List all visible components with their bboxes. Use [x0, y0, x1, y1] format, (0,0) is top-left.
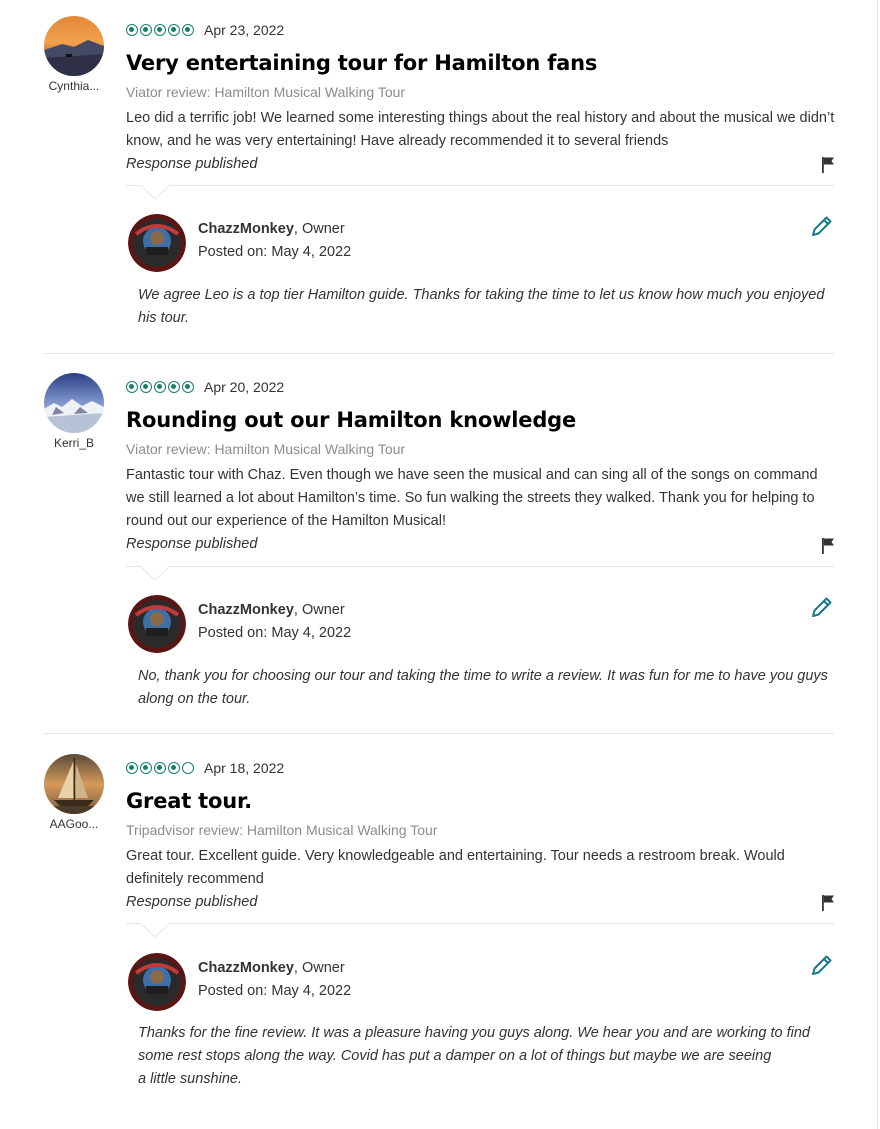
reviewer-name[interactable]: Cynthia...	[38, 79, 110, 93]
bubble-icon	[140, 381, 152, 393]
review-separator	[44, 733, 834, 734]
flag-icon[interactable]	[820, 156, 836, 174]
review-body: Apr 20, 2022 Rounding out our Hamilton k…	[126, 373, 836, 556]
bubble-rating	[126, 24, 194, 36]
pencil-icon[interactable]	[810, 953, 834, 977]
review-text: Leo did a terrific job! We learned some …	[126, 110, 835, 149]
review-body: Apr 23, 2022 Very entertaining tour for …	[126, 16, 836, 176]
response-divider	[126, 923, 834, 924]
reviewer-avatar[interactable]	[44, 754, 104, 814]
flag-icon[interactable]	[820, 894, 836, 912]
response-text: We agree Leo is a top tier Hamilton guid…	[138, 287, 825, 326]
bubble-icon	[154, 24, 166, 36]
rating-row: Apr 18, 2022	[126, 754, 836, 782]
review-title[interactable]: Great tour.	[126, 786, 836, 816]
owner-role: , Owner	[293, 960, 345, 976]
owner-avatar[interactable]	[128, 953, 186, 1011]
review-text: Great tour. Excellent guide. Very knowle…	[126, 848, 785, 887]
owner-meta: ChazzMonkey, Owner Posted on: May 4, 202…	[198, 599, 351, 645]
bubble-icon	[126, 381, 138, 393]
review-separator	[44, 353, 834, 354]
bubble-icon	[140, 24, 152, 36]
bubble-icon	[126, 24, 138, 36]
reviewer-name[interactable]: Kerri_B	[38, 436, 110, 450]
owner-name: ChazzMonkey	[198, 221, 294, 237]
bubble-icon	[126, 762, 138, 774]
review-date: Apr 23, 2022	[204, 22, 285, 38]
caret-icon	[140, 566, 170, 581]
posted-date: May 4, 2022	[271, 983, 352, 999]
rating-row: Apr 23, 2022	[126, 16, 836, 44]
reviewer[interactable]: Kerri_B	[38, 373, 110, 450]
scroll-edge	[877, 0, 878, 1129]
pencil-icon[interactable]	[810, 595, 834, 619]
posted-label: Posted on:	[198, 983, 268, 999]
response-divider	[126, 185, 834, 186]
response-text: Thanks for the fine review. It was a ple…	[138, 1022, 838, 1091]
bubble-icon	[154, 762, 166, 774]
review-source: Viator review: Hamilton Musical Walking …	[126, 84, 406, 100]
response-text-line: Thanks for the fine review. It was a ple…	[138, 1025, 810, 1064]
reviews-page: Cynthia... Apr 23, 2022 Very entertainin…	[0, 0, 880, 1129]
bubble-rating	[126, 762, 194, 774]
flag-icon[interactable]	[820, 537, 836, 555]
response-divider	[126, 566, 834, 567]
bubble-icon	[140, 762, 152, 774]
owner-name: ChazzMonkey	[198, 602, 294, 618]
bubble-icon	[182, 381, 194, 393]
posted-date: May 4, 2022	[271, 625, 352, 641]
owner-role: , Owner	[293, 221, 345, 237]
bubble-icon	[168, 24, 180, 36]
review-source: Tripadvisor review: Hamilton Musical Wal…	[126, 822, 438, 838]
bubble-icon	[168, 762, 180, 774]
owner-role: , Owner	[293, 602, 345, 618]
review-date: Apr 20, 2022	[204, 379, 285, 395]
review-source: Viator review: Hamilton Musical Walking …	[126, 441, 406, 457]
caret-icon	[140, 185, 170, 200]
response-status: Response published	[126, 536, 258, 552]
owner-meta: ChazzMonkey, Owner Posted on: May 4, 202…	[198, 218, 351, 264]
caret-icon	[140, 923, 170, 938]
bubble-icon	[168, 381, 180, 393]
owner-meta: ChazzMonkey, Owner Posted on: May 4, 202…	[198, 957, 351, 1003]
response-text: No, thank you for choosing our tour and …	[138, 668, 828, 707]
reviewer-name[interactable]: AAGoo...	[38, 817, 110, 831]
bubble-icon	[154, 381, 166, 393]
response-status: Response published	[126, 156, 258, 172]
reviewer-avatar[interactable]	[44, 16, 104, 76]
review-date: Apr 18, 2022	[204, 760, 285, 776]
rating-row: Apr 20, 2022	[126, 373, 836, 401]
owner-avatar[interactable]	[128, 214, 186, 272]
review-body: Apr 18, 2022 Great tour. Tripadvisor rev…	[126, 754, 836, 914]
reviewer[interactable]: Cynthia...	[38, 16, 110, 93]
reviewer[interactable]: AAGoo...	[38, 754, 110, 831]
reviewer-avatar[interactable]	[44, 373, 104, 433]
review-text: Fantastic tour with Chaz. Even though we…	[126, 467, 818, 529]
bubble-rating	[126, 381, 194, 393]
owner-avatar[interactable]	[128, 595, 186, 653]
review-title[interactable]: Very entertaining tour for Hamilton fans	[126, 48, 836, 78]
owner-name: ChazzMonkey	[198, 960, 294, 976]
review-title[interactable]: Rounding out our Hamilton knowledge	[126, 405, 836, 435]
pencil-icon[interactable]	[810, 214, 834, 238]
bubble-empty-icon	[182, 762, 194, 774]
response-status: Response published	[126, 894, 258, 910]
posted-label: Posted on:	[198, 625, 268, 641]
bubble-icon	[182, 24, 194, 36]
posted-date: May 4, 2022	[271, 244, 352, 260]
posted-label: Posted on:	[198, 244, 268, 260]
response-text-line: a little sunshine.	[138, 1071, 242, 1087]
